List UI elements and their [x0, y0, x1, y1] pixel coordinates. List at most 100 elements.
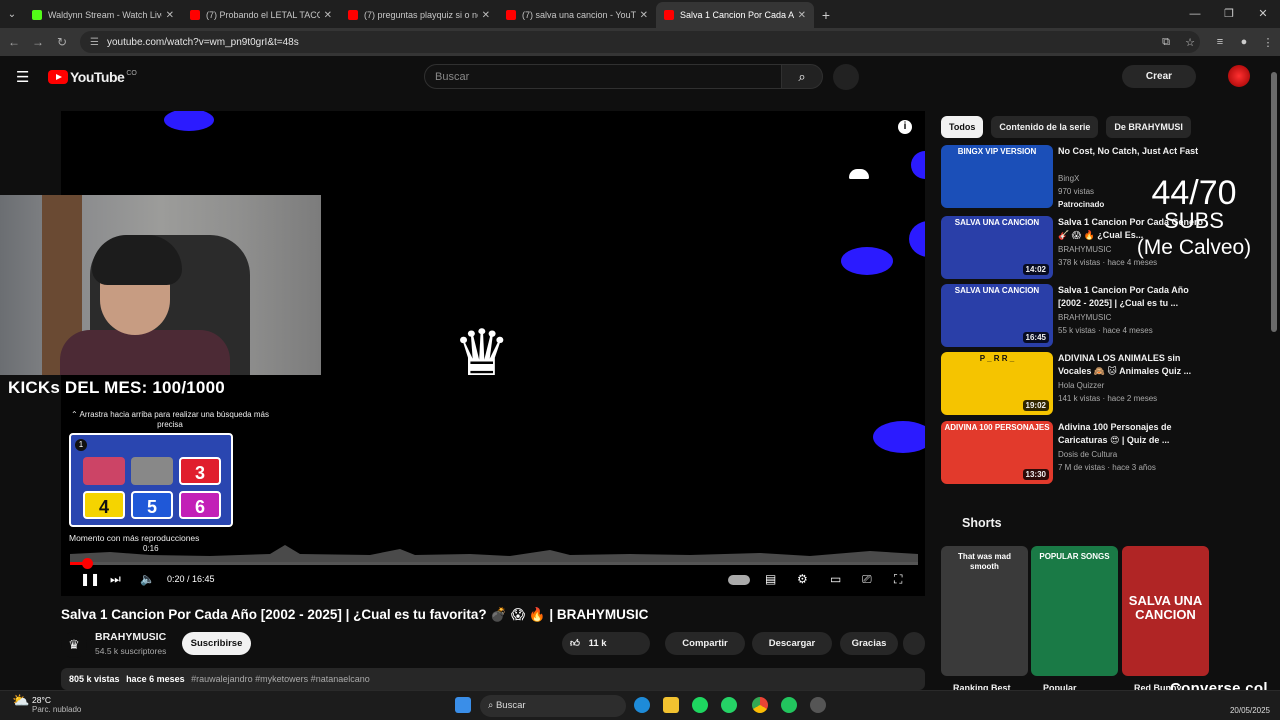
autoplay-toggle[interactable]: [728, 575, 750, 585]
recommendation-item[interactable]: SALVA UNA CANCION 16:45 Salva 1 Cancion Po…: [941, 284, 1209, 347]
recommendation-item[interactable]: ADIVINA 100 PERSONAJES 13:30 Adivina 100 P…: [941, 421, 1209, 484]
share-button[interactable]: Compartir: [665, 632, 745, 655]
reload-icon[interactable]: ↻: [50, 35, 74, 49]
page-scrollbar[interactable]: [1270, 60, 1278, 685]
recommendation-channel: BRAHYMUSIC: [1058, 245, 1112, 254]
reading-list-icon[interactable]: ≡: [1208, 36, 1232, 48]
recommendation-item[interactable]: P _ R R _ 19:02 ADIVINA LOS ANIMALES sin V…: [941, 352, 1209, 415]
whatsapp-icon[interactable]: [721, 697, 737, 713]
video-title: Salva 1 Cancion Por Cada Año [2002 - 202…: [61, 607, 649, 622]
channel-name[interactable]: BRAHYMUSIC: [95, 631, 166, 643]
subscribe-button[interactable]: Suscribirse: [182, 632, 251, 655]
hamburger-menu-icon[interactable]: ☰: [16, 68, 29, 86]
short-card[interactable]: That was mad smooth: [941, 546, 1028, 676]
volume-icon[interactable]: 🔈: [140, 572, 155, 586]
cast-icon[interactable]: ⎚: [862, 572, 872, 587]
youtube-play-icon: [48, 70, 68, 84]
browser-tab[interactable]: (7) salva una cancion - YouTube ✕: [498, 2, 656, 28]
short-card[interactable]: SALVA UNA CANCION: [1122, 546, 1209, 676]
create-button[interactable]: Crear: [1122, 65, 1196, 88]
browser-tab[interactable]: Waldynn Stream - Watch Live o ✕: [24, 2, 182, 28]
minimize-icon[interactable]: —: [1178, 0, 1212, 28]
recommendation-channel: Hola Quizzer: [1058, 381, 1105, 390]
webcam-overlay: [0, 195, 321, 375]
thanks-button[interactable]: Gracias: [840, 632, 898, 655]
browser-tab[interactable]: (7) Probando el LETAL TACO DE ✕: [182, 2, 340, 28]
bookmark-star-icon[interactable]: ☆: [1178, 36, 1202, 49]
description-box[interactable]: 805 k vistas hace 6 meses #rauwalejandro…: [61, 668, 925, 690]
decor-blob: [909, 221, 925, 257]
chrome-icon[interactable]: [752, 697, 768, 713]
recommendation-thumbnail[interactable]: BINGX VIP VERSION: [941, 145, 1053, 208]
recommendation-thumbnail[interactable]: P _ R R _ 19:02: [941, 352, 1053, 415]
start-windows-icon[interactable]: [455, 697, 471, 713]
short-card[interactable]: POPULAR SONGS: [1031, 546, 1118, 676]
system-tray[interactable]: 20/05/2025: [1230, 697, 1270, 715]
settings-gear-icon[interactable]: ⚙: [797, 572, 808, 586]
tab-search-icon[interactable]: ⌄: [0, 0, 24, 28]
profile-icon[interactable]: ●: [1232, 36, 1256, 48]
forward-icon[interactable]: →: [26, 35, 50, 49]
tab-close-icon[interactable]: ✕: [482, 10, 490, 21]
browser-tab[interactable]: (7) preguntas playquiz si o no - ✕: [340, 2, 498, 28]
hashtags[interactable]: #rauwalejandro #myketowers #natanaelcano: [191, 674, 370, 684]
taskbar-search-label: Buscar: [495, 700, 526, 711]
restore-icon[interactable]: ❐: [1212, 0, 1246, 28]
edge-icon[interactable]: [634, 697, 650, 713]
filter-chip[interactable]: Contenido de la serie: [991, 116, 1099, 138]
theater-mode-icon[interactable]: ▭: [830, 572, 841, 586]
spotify-icon[interactable]: [692, 697, 708, 713]
site-info-icon[interactable]: ☰: [90, 37, 99, 48]
decor-blob: [911, 151, 925, 179]
recommendation-thumbnail[interactable]: SALVA UNA CANCION 16:45: [941, 284, 1053, 347]
voice-search-button[interactable]: [833, 64, 859, 90]
filter-chip[interactable]: De BRAHYMUSI: [1106, 116, 1191, 138]
fullscreen-icon[interactable]: ⛶: [894, 572, 902, 587]
progress-scrubber[interactable]: [81, 558, 93, 569]
download-button[interactable]: Descargar: [752, 632, 832, 655]
taskbar-search-icon: ⌕: [488, 700, 496, 711]
progress-bar[interactable]: [70, 558, 918, 569]
menu-dots-icon[interactable]: ⋮: [1256, 36, 1280, 49]
youtube-logo[interactable]: YouTube CO: [48, 69, 137, 85]
info-icon[interactable]: i: [898, 120, 912, 134]
recommendation-channel: BRAHYMUSIC: [1058, 313, 1112, 322]
search-button[interactable]: ⌕: [781, 64, 823, 89]
settings-app-icon[interactable]: [810, 697, 826, 713]
user-avatar[interactable]: [1228, 65, 1250, 87]
install-icon[interactable]: ⧉: [1154, 36, 1178, 49]
pause-icon[interactable]: ❚❚: [80, 572, 100, 586]
browser-tab[interactable]: Salva 1 Cancion Por Cada A ✕: [656, 2, 814, 28]
back-icon[interactable]: ←: [2, 35, 26, 49]
filter-chip[interactable]: Todos: [941, 116, 984, 138]
url-text: youtube.com/watch?v=wm_pn9t0grI&t=48s: [106, 36, 299, 48]
recommendation-title: No Cost, No Catch, Just Act Fast: [1058, 146, 1199, 156]
tab-favicon-icon: [664, 10, 674, 20]
subtitles-icon[interactable]: ▤: [765, 572, 776, 586]
tab-close-icon[interactable]: ✕: [166, 10, 174, 21]
app-icon[interactable]: [781, 697, 797, 713]
scrollbar-thumb[interactable]: [1271, 72, 1277, 332]
like-button[interactable]: 👍︎ 11 k: [562, 632, 650, 655]
shorts-title: Shorts: [962, 516, 1002, 530]
recommendation-thumbnail[interactable]: ADIVINA 100 PERSONAJES 13:30: [941, 421, 1053, 484]
weather-condition: Parc. nublado: [32, 705, 82, 714]
channel-avatar[interactable]: ♛: [61, 632, 87, 658]
tab-close-icon[interactable]: ✕: [640, 10, 648, 21]
recommendation-thumbnail[interactable]: SALVA UNA CANCION 14:02: [941, 216, 1053, 279]
file-explorer-icon[interactable]: [663, 697, 679, 713]
new-tab-button[interactable]: +: [814, 2, 838, 28]
recommendation-title: Adivina 100 Personajes de Caricaturas 😍 …: [1058, 422, 1172, 445]
tab-close-icon[interactable]: ✕: [324, 10, 332, 21]
weather-widget[interactable]: ⛅ 28°C Parc. nublado: [12, 693, 82, 715]
preview-badge: 1: [75, 439, 87, 451]
temperature: 28°C: [32, 695, 51, 705]
more-actions-button[interactable]: [903, 632, 925, 655]
close-window-icon[interactable]: ✕: [1246, 0, 1280, 28]
tab-close-icon[interactable]: ✕: [798, 10, 806, 21]
url-bar[interactable]: ☰ youtube.com/watch?v=wm_pn9t0grI&t=48s: [80, 31, 1200, 53]
taskbar-search[interactable]: ⌕ Buscar: [480, 695, 626, 717]
search-input[interactable]: Buscar: [424, 64, 782, 89]
country-code: CO: [126, 69, 137, 77]
next-icon[interactable]: ⏭: [110, 572, 121, 587]
